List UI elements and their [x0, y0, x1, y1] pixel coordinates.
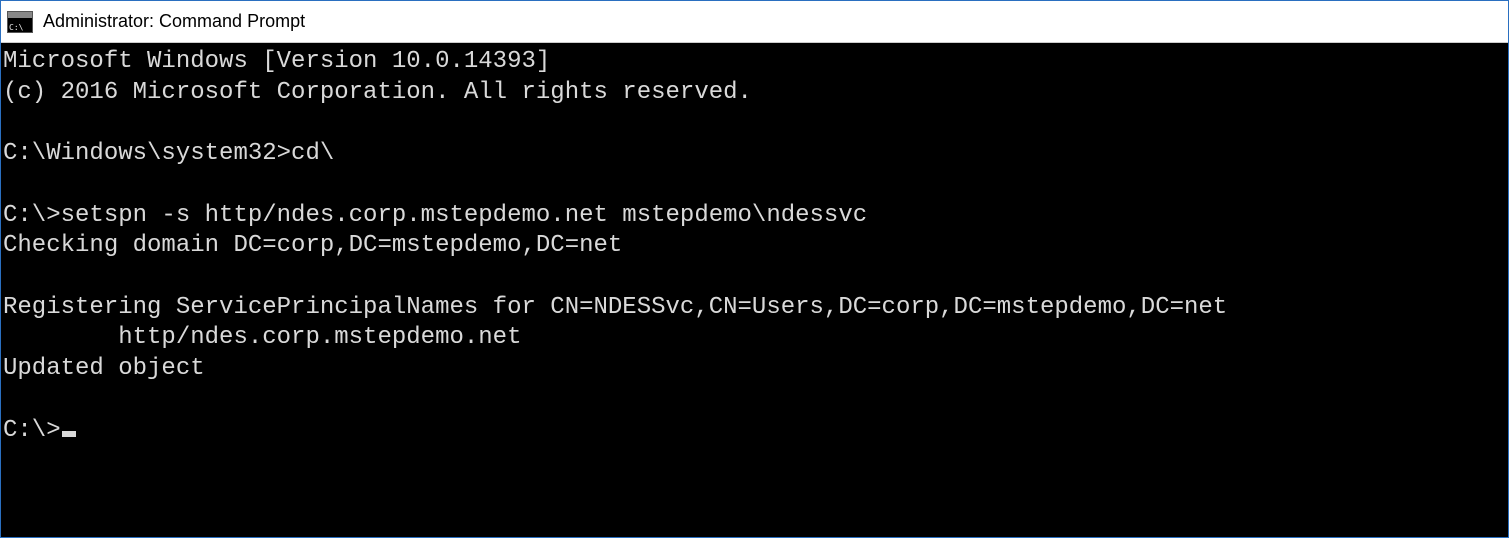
cursor — [62, 431, 76, 437]
line: Checking domain DC=corp,DC=mstepdemo,DC=… — [3, 232, 622, 259]
terminal-output[interactable]: Microsoft Windows [Version 10.0.14393] (… — [1, 43, 1508, 537]
line: Microsoft Windows [Version 10.0.14393] — [3, 48, 550, 75]
titlebar[interactable]: Administrator: Command Prompt — [1, 1, 1508, 43]
line: (c) 2016 Microsoft Corporation. All righ… — [3, 79, 752, 106]
line: Updated object — [3, 355, 205, 382]
line: C:\>setspn -s http/ndes.corp.mstepdemo.n… — [3, 202, 867, 229]
line: C:\Windows\system32>cd\ — [3, 140, 334, 167]
line: Registering ServicePrincipalNames for CN… — [3, 294, 1227, 321]
cmd-window: Administrator: Command Prompt Microsoft … — [0, 0, 1509, 538]
line: http/ndes.corp.mstepdemo.net — [3, 324, 521, 351]
cmd-app-icon — [7, 11, 33, 33]
window-title: Administrator: Command Prompt — [43, 11, 305, 32]
prompt: C:\> — [3, 417, 61, 444]
